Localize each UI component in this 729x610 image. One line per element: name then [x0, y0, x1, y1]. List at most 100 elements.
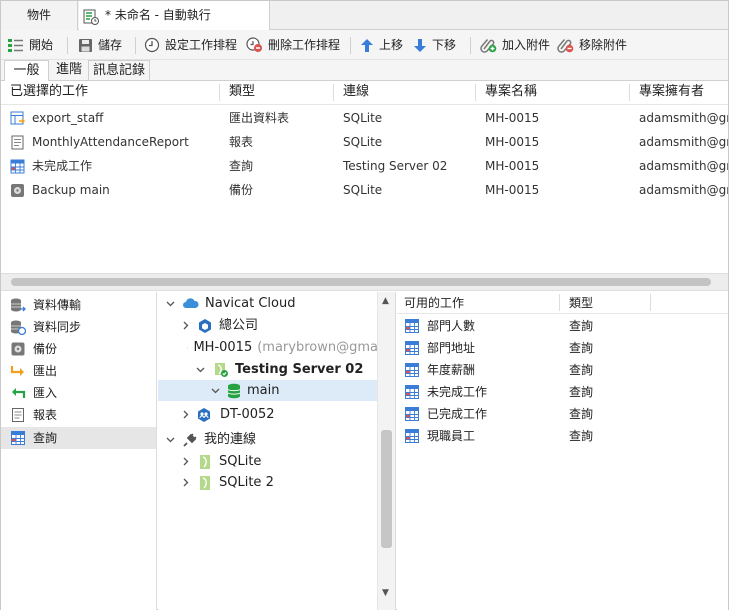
job-name: 未完成工作	[32, 159, 93, 173]
available-job-name: 部門地址	[427, 341, 476, 355]
chevron-right-icon[interactable]	[180, 477, 191, 488]
tab-automation[interactable]: * 未命名 - 自動執行	[79, 1, 270, 31]
tree-node-label: DT-0052	[220, 407, 275, 422]
query-icon	[405, 385, 419, 399]
tree-node-label: main	[247, 383, 280, 398]
plug-icon	[183, 432, 197, 447]
job-project: MH-0015	[485, 135, 540, 149]
nav-item-import[interactable]: 匯入	[1, 382, 156, 404]
job-cell: export_staff	[10, 106, 103, 130]
column-header-connection[interactable]: 連線	[343, 81, 369, 105]
job-owner: adamsmith@gma	[639, 183, 728, 197]
scroll-up-icon[interactable]: ▲	[382, 296, 389, 306]
save-label: 儲存	[98, 38, 123, 52]
available-job-name: 年度薪酬	[427, 363, 476, 377]
column-divider[interactable]	[333, 84, 334, 101]
column-divider[interactable]	[629, 84, 630, 101]
scrollbar-thumb[interactable]	[381, 430, 392, 548]
toolbar-divider	[135, 37, 136, 54]
vertical-scrollbar[interactable]: ▲ ▼	[377, 292, 395, 610]
tree-node-navicat-cloud[interactable]: Navicat Cloud	[158, 293, 378, 314]
save-button[interactable]: 儲存	[78, 30, 122, 60]
column-header-type[interactable]: 類型	[229, 81, 255, 105]
column-divider[interactable]	[219, 84, 220, 101]
arrow-down-icon	[414, 38, 426, 52]
job-owner: adamsmith@gma	[639, 111, 728, 125]
chevron-down-icon[interactable]	[165, 298, 176, 309]
column-header-available-job[interactable]: 可用的工作	[404, 292, 464, 314]
delete-schedule-button[interactable]: 刪除工作排程	[246, 30, 340, 60]
list-item[interactable]: 年度薪酬 查詢	[397, 359, 728, 381]
nav-item-label: 備份	[33, 342, 58, 356]
available-job-type: 查詢	[569, 363, 594, 377]
column-header-type[interactable]: 類型	[569, 292, 593, 314]
nav-item-data-transfer[interactable]: 資料傳輸	[1, 294, 156, 316]
list-item[interactable]: 部門地址 查詢	[397, 337, 728, 359]
nav-item-data-sync[interactable]: 資料同步	[1, 316, 156, 338]
chevron-down-icon[interactable]	[195, 364, 206, 375]
set-schedule-button[interactable]: 設定工作排程	[144, 30, 237, 60]
tree-node-my-connections[interactable]: 我的連線	[158, 429, 378, 450]
chevron-down-icon[interactable]	[210, 385, 221, 396]
remove-attachment-label: 移除附件	[579, 38, 628, 52]
list-item[interactable]: 未完成工作 查詢	[397, 381, 728, 403]
horizontal-scrollbar[interactable]	[1, 273, 728, 291]
list-item[interactable]: 已完成工作 查詢	[397, 403, 728, 425]
available-job-name: 已完成工作	[427, 407, 488, 421]
column-header-owner[interactable]: 專案擁有者	[639, 81, 704, 105]
query-icon	[405, 407, 419, 421]
tree-node-project[interactable]: MH-0015 (marybrown@gma	[158, 337, 378, 358]
tree-node-server[interactable]: Testing Server 02	[158, 359, 378, 380]
nav-item-report[interactable]: 報表	[1, 404, 156, 426]
nav-item-export[interactable]: 匯出	[1, 360, 156, 382]
tab-message-log[interactable]: 訊息記錄	[88, 60, 150, 81]
column-divider[interactable]	[475, 84, 476, 101]
chevron-right-icon[interactable]	[180, 320, 191, 331]
tree-node-sqlite[interactable]: SQLite	[158, 451, 378, 472]
column-divider[interactable]	[650, 294, 651, 311]
scrollbar-thumb[interactable]	[11, 278, 711, 286]
tree-node-sqlite-2[interactable]: SQLite 2	[158, 472, 378, 493]
remove-attachment-button[interactable]: 移除附件	[557, 30, 627, 60]
column-header-job[interactable]: 已選擇的工作	[10, 81, 88, 105]
table-header: 可用的工作 類型	[397, 292, 728, 314]
available-job-type: 查詢	[569, 429, 594, 443]
tree-node-project-2[interactable]: DT-0052	[158, 404, 378, 425]
chevron-down-icon[interactable]	[180, 342, 181, 353]
column-divider[interactable]	[559, 294, 560, 311]
chevron-right-icon[interactable]	[180, 456, 191, 467]
chevron-right-icon[interactable]	[180, 409, 191, 420]
export-table-icon	[10, 111, 25, 124]
tab-objects[interactable]: 物件	[1, 1, 78, 30]
selected-jobs-table: 已選擇的工作 類型 連線 專案名稱 專案擁有者 export_staff 匯出資…	[1, 81, 728, 273]
sqlite-icon	[200, 475, 210, 490]
tree-node-head-office[interactable]: 總公司	[158, 315, 378, 336]
connection-tree: Navicat Cloud 總公司 MH-0015 (marybrown@gma…	[158, 292, 396, 610]
toolbar-divider	[350, 37, 351, 54]
tab-general[interactable]: 一般	[4, 60, 49, 82]
nav-item-query[interactable]: 查詢	[1, 427, 156, 449]
export-icon	[10, 366, 24, 376]
nav-item-label: 資料同步	[33, 320, 82, 334]
tree-node-database[interactable]: main	[158, 380, 378, 401]
list-item[interactable]: 部門人數 查詢	[397, 315, 728, 337]
nav-item-backup[interactable]: 備份	[1, 338, 156, 360]
list-item[interactable]: 現職員工 查詢	[397, 425, 728, 447]
column-header-project[interactable]: 專案名稱	[485, 81, 537, 105]
job-cell: MonthlyAttendanceReport	[10, 130, 189, 154]
table-row[interactable]: Backup main 備份 SQLite MH-0015 adamsmith@…	[1, 178, 728, 202]
available-job-name: 部門人數	[427, 319, 476, 333]
database-icon	[227, 383, 241, 398]
scroll-down-icon[interactable]: ▼	[382, 588, 389, 598]
tab-advanced[interactable]: 進階	[51, 60, 87, 81]
add-attachment-button[interactable]: 加入附件	[480, 30, 550, 60]
available-job-cell: 未完成工作	[404, 381, 487, 403]
move-down-button[interactable]: 下移	[413, 30, 456, 60]
start-button[interactable]: 開始	[7, 30, 53, 60]
table-row[interactable]: 未完成工作 查詢 Testing Server 02 MH-0015 adams…	[1, 154, 728, 178]
table-row[interactable]: export_staff 匯出資料表 SQLite MH-0015 adamsm…	[1, 106, 728, 130]
project-owner: (marybrown@gma	[257, 340, 378, 355]
chevron-down-icon[interactable]	[165, 434, 176, 445]
table-row[interactable]: MonthlyAttendanceReport 報表 SQLite MH-001…	[1, 130, 728, 154]
move-up-button[interactable]: 上移	[360, 30, 403, 60]
